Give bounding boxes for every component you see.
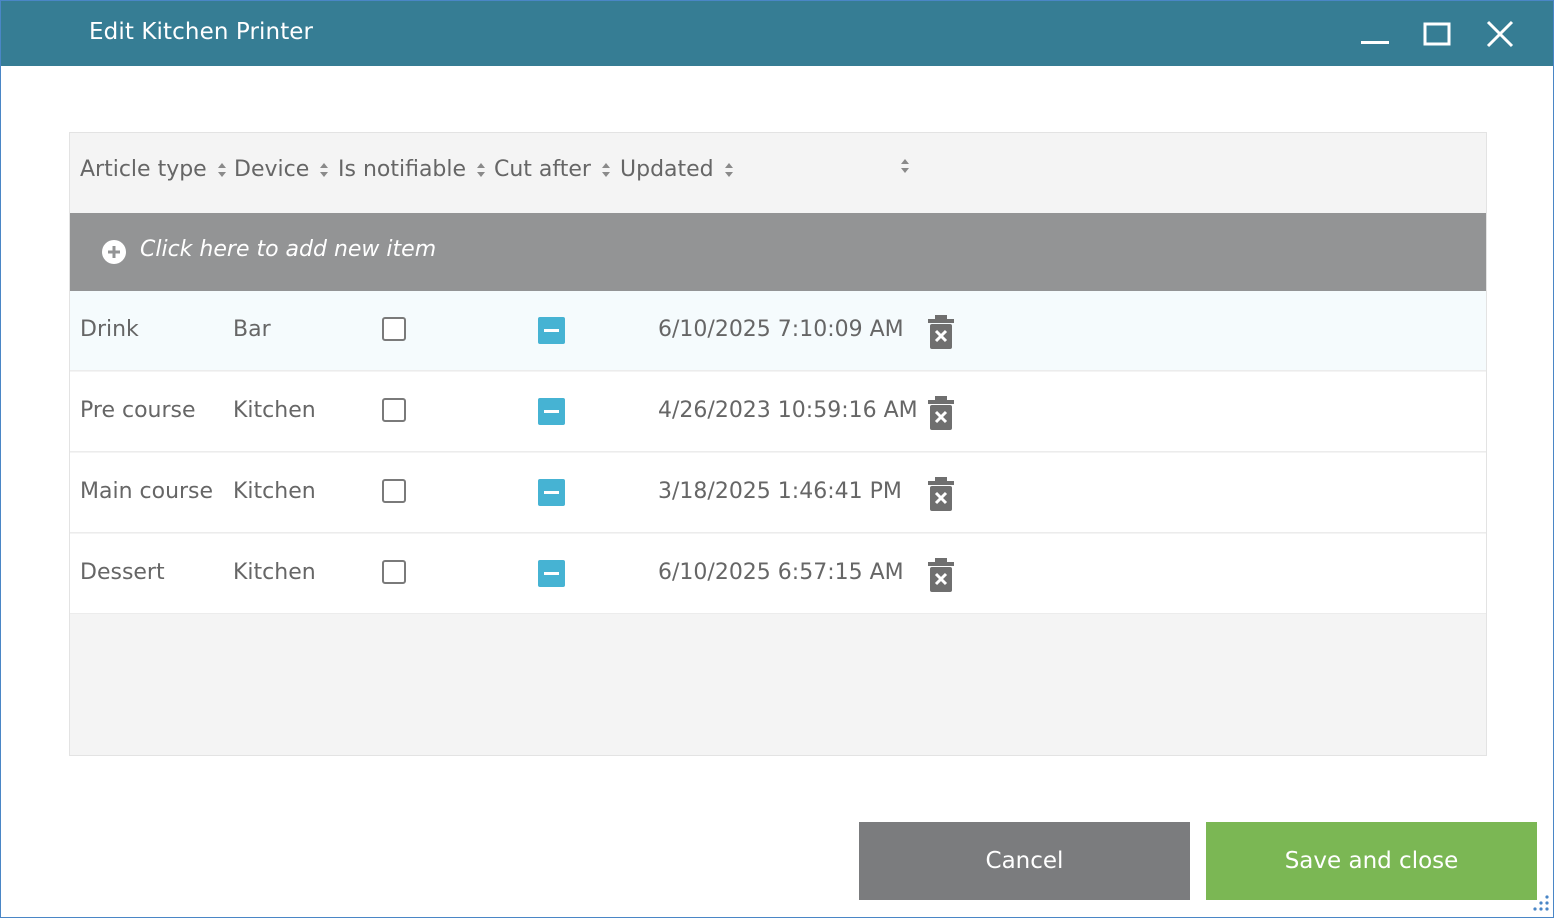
sort-icon [476,161,486,179]
table-row[interactable]: Main course Kitchen 3/18/2025 1:46:41 PM [70,453,1486,533]
save-and-close-button[interactable]: Save and close [1206,822,1537,900]
grid-header: Article type Device Is notifiable Cut af… [70,133,1486,213]
resize-grip-icon[interactable] [1527,891,1551,915]
add-new-item-label: Click here to add new item [140,237,437,262]
column-header-label: Cut after [494,157,591,182]
is-notifiable-checkbox[interactable] [382,560,406,584]
table-row[interactable]: Dessert Kitchen 6/10/2025 6:57:15 AM [70,534,1486,614]
article-type-cell: Drink [80,317,139,342]
article-type-cell: Dessert [80,560,165,585]
updated-cell: 4/26/2023 10:59:16 AM [658,398,918,423]
title-bar[interactable]: Edit Kitchen Printer [1,1,1553,66]
trash-icon [928,477,954,511]
column-header-actions[interactable] [890,157,910,175]
column-header-label: Is notifiable [338,157,467,182]
trash-icon [928,558,954,592]
delete-row-button[interactable] [926,557,956,593]
device-cell: Kitchen [233,560,316,585]
minimize-icon [1361,41,1389,44]
cancel-button[interactable]: Cancel [859,822,1190,900]
sort-icon [724,161,734,179]
device-cell: Kitchen [233,479,316,504]
column-header-label: Article type [80,157,207,182]
cut-after-checkbox[interactable] [538,398,565,425]
updated-cell: 6/10/2025 6:57:15 AM [658,560,904,585]
device-cell: Bar [233,317,271,342]
updated-cell: 6/10/2025 7:10:09 AM [658,317,904,342]
table-row[interactable]: Pre course Kitchen 4/26/2023 10:59:16 AM [70,372,1486,452]
is-notifiable-checkbox[interactable] [382,479,406,503]
close-button[interactable] [1482,17,1518,53]
delete-row-button[interactable] [926,395,956,431]
delete-row-button[interactable] [926,314,956,350]
delete-row-button[interactable] [926,476,956,512]
column-header-device[interactable]: Device [234,157,329,182]
maximize-icon [1423,22,1451,46]
column-header-cut-after[interactable]: Cut after [494,157,611,182]
column-header-article-type[interactable]: Article type [80,157,227,182]
trash-icon [928,315,954,349]
edit-kitchen-printer-dialog: Edit Kitchen Printer Article type Device… [0,0,1554,918]
cut-after-checkbox[interactable] [538,479,565,506]
cut-after-checkbox[interactable] [538,560,565,587]
device-cell: Kitchen [233,398,316,423]
is-notifiable-checkbox[interactable] [382,398,406,422]
article-type-cell: Main course [80,479,214,504]
column-header-label: Device [234,157,310,182]
column-header-label: Updated [620,157,714,182]
add-new-item-row[interactable]: Click here to add new item [70,213,1486,291]
sort-icon [217,161,227,179]
window-title: Edit Kitchen Printer [89,19,314,45]
article-type-cell: Pre course [80,398,196,423]
column-header-is-notifiable[interactable]: Is notifiable [338,157,486,182]
sort-icon [319,161,329,179]
plus-circle-icon [102,240,126,264]
sort-icon [900,157,910,175]
column-header-updated[interactable]: Updated [620,157,734,182]
article-type-grid: Article type Device Is notifiable Cut af… [69,132,1487,756]
close-icon [1486,20,1514,48]
maximize-button[interactable] [1419,17,1455,53]
cut-after-checkbox[interactable] [538,317,565,344]
updated-cell: 3/18/2025 1:46:41 PM [658,479,902,504]
sort-icon [601,161,611,179]
trash-icon [928,396,954,430]
minimize-button[interactable] [1356,17,1392,53]
is-notifiable-checkbox[interactable] [382,317,406,341]
table-row[interactable]: Drink Bar 6/10/2025 7:10:09 AM [70,291,1486,371]
